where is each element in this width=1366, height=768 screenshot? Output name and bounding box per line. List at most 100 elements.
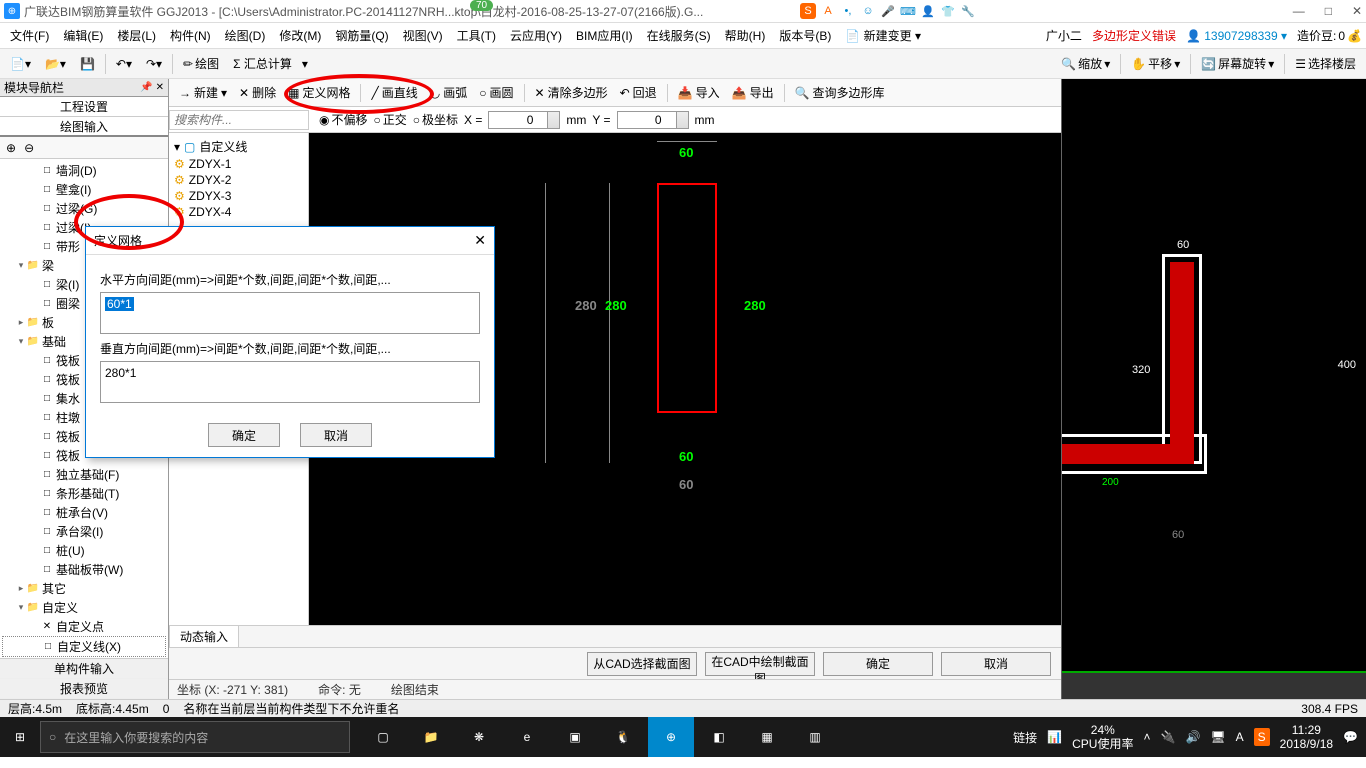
zoom-button[interactable]: 🔍 缩放 ▾	[1057, 53, 1114, 74]
tray-net-icon[interactable]: 🖥	[1210, 730, 1225, 744]
tree-node[interactable]: ✕自定义点	[2, 617, 166, 636]
tree-node[interactable]: □桩(U)	[2, 541, 166, 560]
undo-button[interactable]: ↶▾	[112, 55, 136, 73]
list-root[interactable]: ▾▢自定义线	[173, 137, 304, 156]
ime-shirt-icon[interactable]: 👕	[940, 3, 956, 19]
radio-nooffset[interactable]: ◉ 不偏移	[319, 111, 368, 128]
tray-ime-a-icon[interactable]: A	[1236, 730, 1244, 744]
delete-button[interactable]: ✕ 删除	[235, 82, 280, 103]
tray-up-icon[interactable]: ˄	[1143, 730, 1150, 744]
save-button[interactable]: 💾	[76, 55, 99, 73]
y-spinner[interactable]	[677, 111, 689, 129]
query-button[interactable]: 🔍 查询多边形库	[791, 82, 889, 103]
dialog-close-button[interactable]: ✕	[474, 232, 486, 249]
new-file-button[interactable]: 📄▾	[6, 55, 35, 73]
tree-node[interactable]: □独立基础(F)	[2, 465, 166, 484]
open-button[interactable]: 📂▾	[41, 55, 70, 73]
menu-help[interactable]: 帮助(H)	[719, 25, 772, 46]
menu-online[interactable]: 在线服务(S)	[641, 25, 717, 46]
right-view[interactable]: 60 400 320 200 60	[1061, 79, 1366, 699]
ime-person-icon[interactable]: 👤	[920, 3, 936, 19]
menu-rebar[interactable]: 钢筋量(Q)	[329, 25, 394, 46]
tree-node[interactable]: □基础板带(W)	[2, 560, 166, 579]
tree-node[interactable]: ▸📁其它	[2, 579, 166, 598]
new-button[interactable]: → 新建 ▾	[175, 82, 231, 103]
line-button[interactable]: ╱ 画直线	[367, 82, 421, 103]
dialog-titlebar[interactable]: 定义网格 ✕	[86, 227, 494, 255]
menu-draw[interactable]: 绘图(D)	[219, 25, 272, 46]
tree-node[interactable]: □承台梁(I)	[2, 522, 166, 541]
x-spinner[interactable]	[548, 111, 560, 129]
tree-node[interactable]: □自定义线(X)	[2, 636, 166, 657]
task-folder-icon[interactable]: 📁	[408, 717, 454, 757]
list-item[interactable]: ⚙ZDYX-1	[173, 156, 304, 172]
dialog-ok-button[interactable]: 确定	[208, 423, 280, 447]
tree-collapse-icon[interactable]: ⊖	[24, 141, 34, 155]
redo-button[interactable]: ↷▾	[142, 55, 166, 73]
ime-kbd-icon[interactable]: ⌨	[900, 3, 916, 19]
menu-bim[interactable]: BIM应用(I)	[570, 25, 639, 46]
grid-button[interactable]: ▦ 定义网格	[284, 82, 354, 103]
phone-number[interactable]: 👤 13907298339 ▾	[1186, 29, 1287, 43]
pan-button[interactable]: ✋ 平移 ▾	[1127, 53, 1184, 74]
import-button[interactable]: 📥 导入	[674, 82, 724, 103]
tree-expand-icon[interactable]: ⊕	[6, 141, 16, 155]
y-input[interactable]	[617, 111, 677, 129]
ime-wrench-icon[interactable]: 🔧	[960, 3, 976, 19]
ime-a-icon[interactable]: A	[820, 3, 836, 19]
menu-modify[interactable]: 修改(M)	[273, 25, 327, 46]
start-button[interactable]: ⊞	[0, 717, 40, 757]
task-app6-icon[interactable]: ▥	[792, 717, 838, 757]
ime-punct-icon[interactable]: •,	[840, 3, 856, 19]
h-spacing-input[interactable]: 60*1	[100, 292, 480, 334]
menu-version[interactable]: 版本号(B)	[773, 25, 837, 46]
ok-button[interactable]: 确定	[823, 652, 933, 676]
radio-ortho[interactable]: ○ 正交	[374, 111, 407, 128]
ime-mic-icon[interactable]: 🎤	[880, 3, 896, 19]
list-item[interactable]: ⚙ZDYX-3	[173, 188, 304, 204]
circle-button[interactable]: ○ 画圆	[475, 82, 517, 103]
export-button[interactable]: 📤 导出	[728, 82, 778, 103]
draw-cad-button[interactable]: 在CAD中绘制截面图	[705, 652, 815, 676]
back-button[interactable]: ↶ 回退	[616, 82, 661, 103]
list-item[interactable]: ⚙ZDYX-4	[173, 204, 304, 220]
list-item[interactable]: ⚙ZDYX-2	[173, 172, 304, 188]
tray-chart-icon[interactable]: 📊	[1047, 730, 1062, 744]
menu-tools[interactable]: 工具(T)	[451, 25, 502, 46]
task-app2-icon[interactable]: ▣	[552, 717, 598, 757]
tree-node[interactable]: □壁龛(I)	[2, 180, 166, 199]
x-input[interactable]	[488, 111, 548, 129]
tree-node[interactable]: □桩承台(V)	[2, 503, 166, 522]
task-view-icon[interactable]: ▢	[360, 717, 406, 757]
task-app5-icon[interactable]: ▦	[744, 717, 790, 757]
taskbar-search[interactable]: ○ 在这里输入你要搜索的内容	[40, 721, 350, 753]
draw-button[interactable]: ✏ 绘图	[179, 53, 223, 74]
tray-notif-icon[interactable]: 💬	[1343, 730, 1358, 744]
rotate-button[interactable]: 🔄 屏幕旋转 ▾	[1197, 53, 1278, 74]
arc-button[interactable]: ◡ 画弧	[426, 82, 472, 103]
dialog-cancel-button[interactable]: 取消	[300, 423, 372, 447]
tray-link[interactable]: 链接	[1013, 729, 1037, 746]
tree-node[interactable]: □条形基础(T)	[2, 484, 166, 503]
menu-floor[interactable]: 楼层(L)	[111, 25, 162, 46]
sogou-icon[interactable]: S	[800, 3, 816, 19]
menu-component[interactable]: 构件(N)	[164, 25, 217, 46]
maximize-button[interactable]: □	[1325, 4, 1332, 18]
task-app1-icon[interactable]: ❋	[456, 717, 502, 757]
ime-smile-icon[interactable]: ☺	[860, 3, 876, 19]
v-spacing-input[interactable]: 280*1	[100, 361, 480, 403]
clear-button[interactable]: ✕ 清除多边形	[531, 82, 612, 103]
sum-button[interactable]: Σ 汇总计算	[229, 53, 296, 74]
tab-dynamic-input[interactable]: 动态输入	[169, 625, 239, 648]
nav-tab-settings[interactable]: 工程设置	[0, 97, 168, 117]
radio-polar[interactable]: ○ 极坐标	[413, 111, 458, 128]
close-button[interactable]: ✕	[1352, 4, 1362, 18]
cancel-button[interactable]: 取消	[941, 652, 1051, 676]
tree-node[interactable]: □过梁(G)	[2, 199, 166, 218]
clock[interactable]: 11:292018/9/18	[1280, 723, 1333, 752]
nav-tab-draw[interactable]: 绘图输入	[0, 117, 168, 137]
minimize-button[interactable]: —	[1293, 4, 1305, 18]
menu-view[interactable]: 视图(V)	[397, 25, 449, 46]
new-change-button[interactable]: 📄 新建变更 ▾	[839, 25, 927, 46]
pin-icon[interactable]: 📌 ✕	[140, 82, 164, 93]
